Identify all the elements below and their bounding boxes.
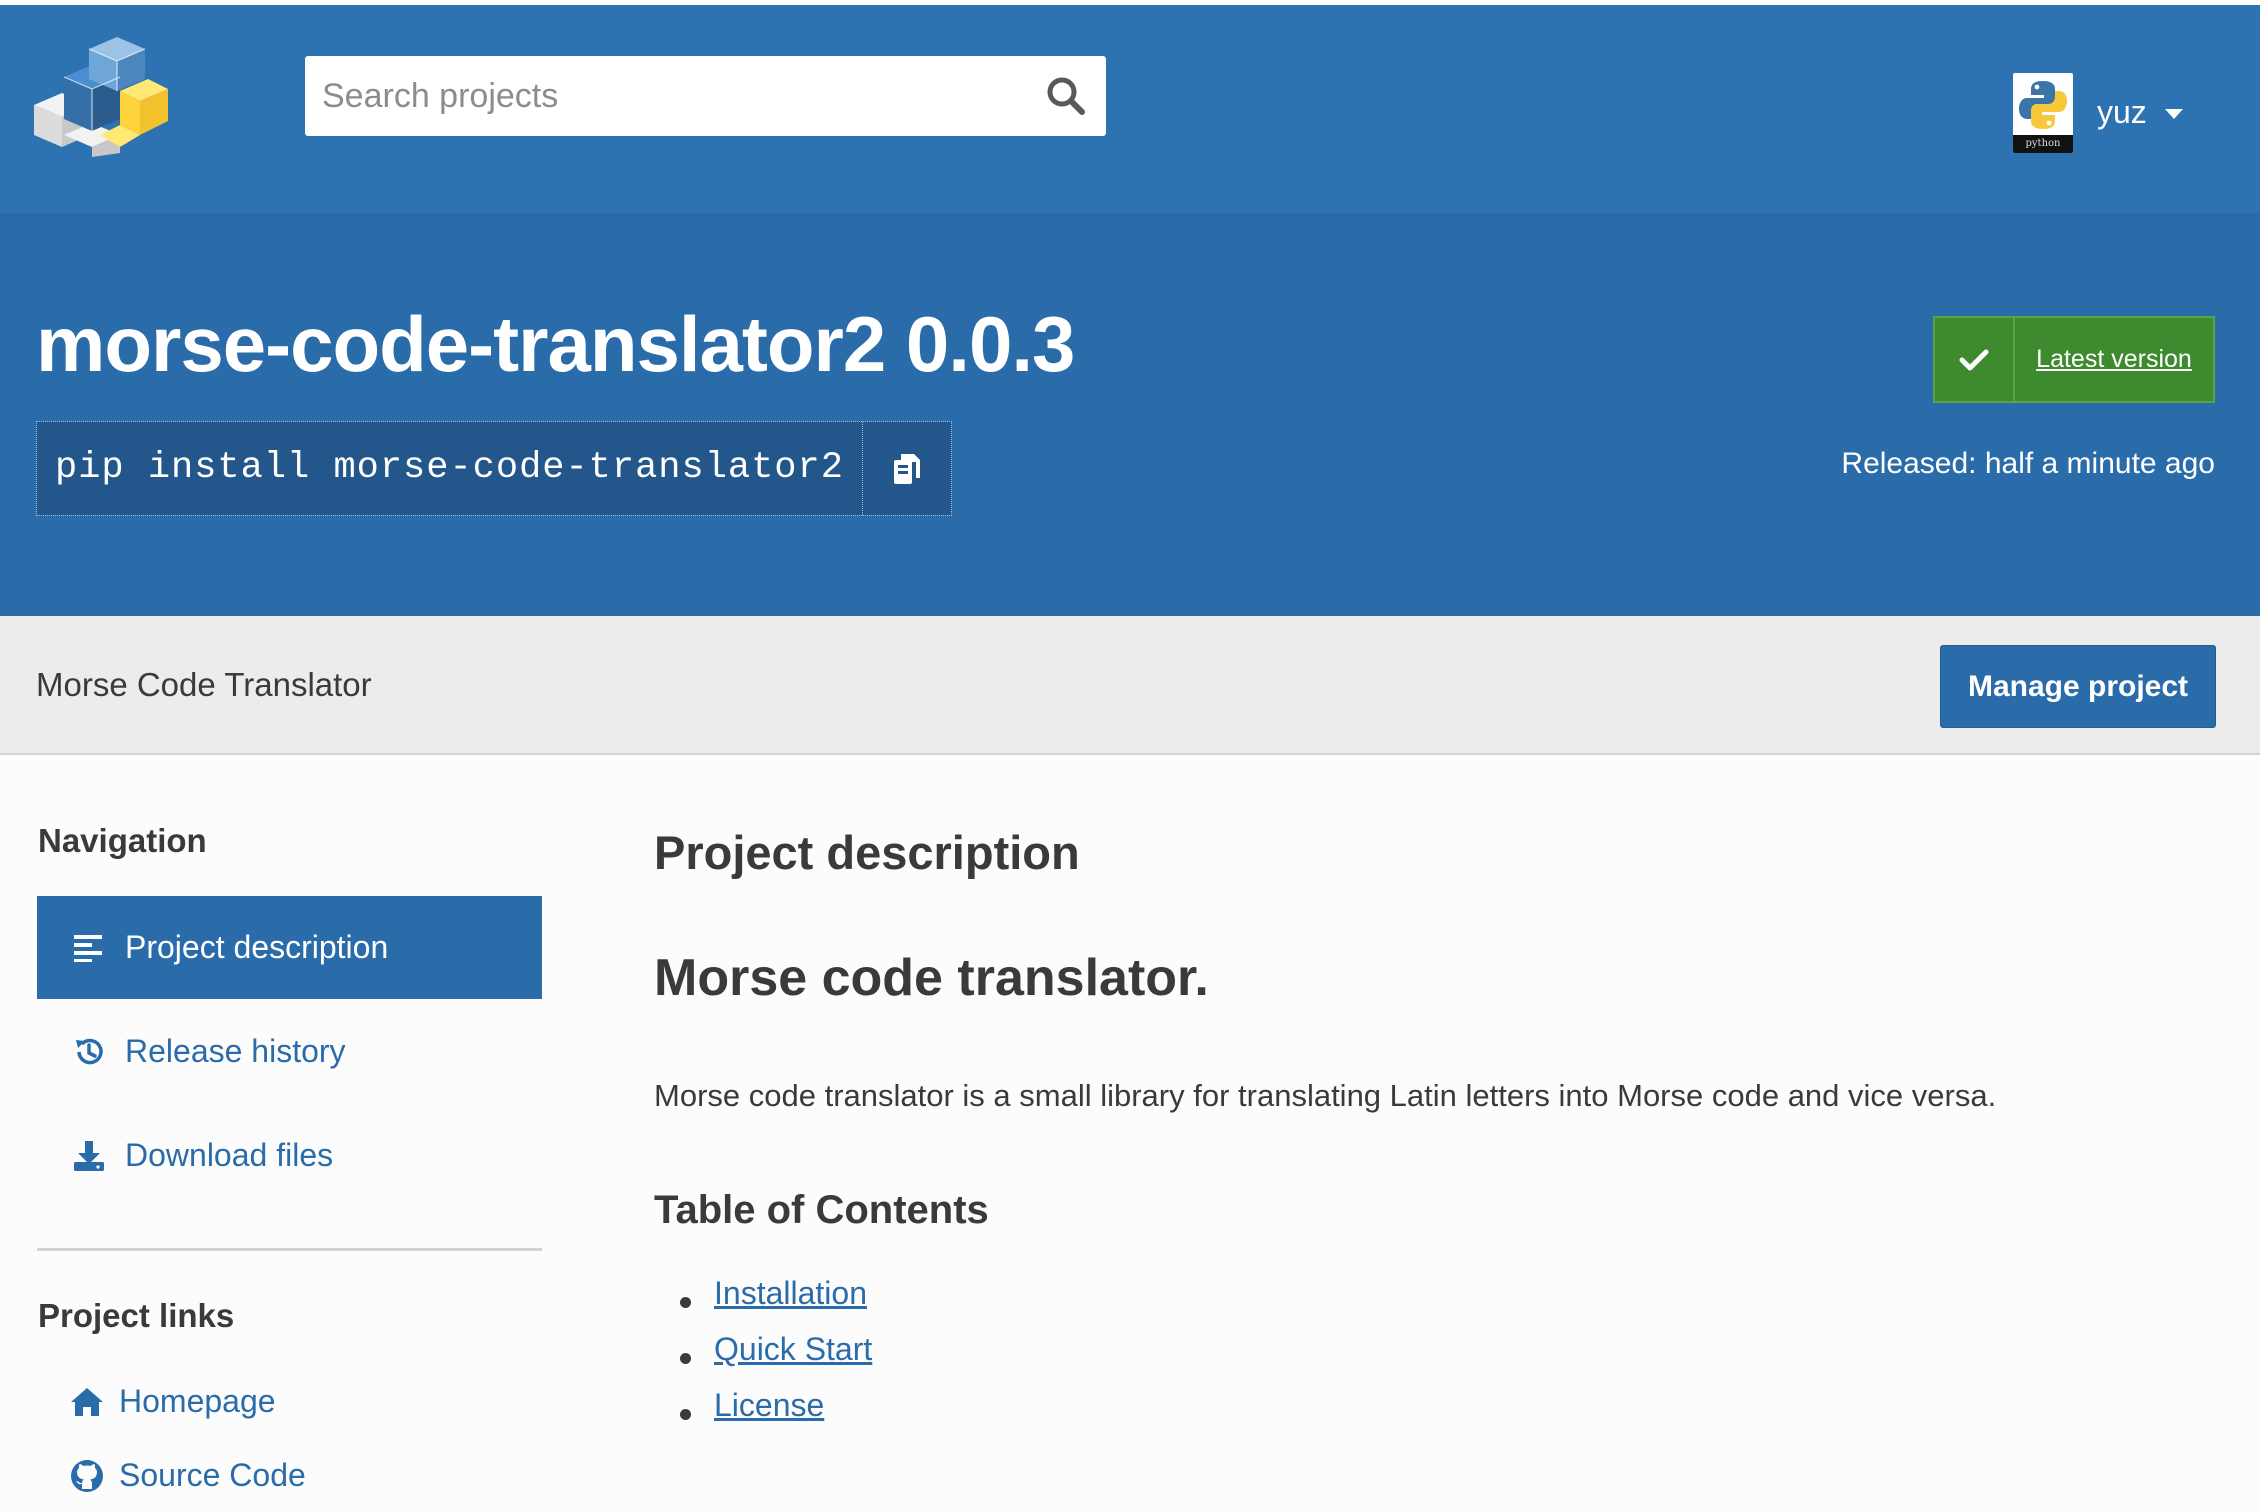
username[interactable]: yuz — [2097, 94, 2147, 131]
history-icon — [72, 1035, 106, 1069]
link-label: Source Code — [119, 1457, 306, 1493]
readme-paragraph: Morse code translator is a small library… — [654, 1078, 1997, 1113]
toc-link-installation[interactable]: Installation — [714, 1275, 867, 1311]
check-icon — [1935, 318, 2015, 401]
link-label: Homepage — [119, 1383, 276, 1419]
project-subheader: Morse Code Translator Manage project — [0, 616, 2260, 755]
copy-icon — [893, 453, 920, 484]
search-box — [305, 56, 1106, 136]
nav-label: Project description — [125, 929, 389, 965]
toc-link-license[interactable]: License — [714, 1387, 824, 1423]
home-icon — [69, 1384, 105, 1420]
list-item: Quick Start — [654, 1331, 872, 1387]
link-source-code[interactable]: Source Code — [69, 1457, 306, 1494]
navigation-heading: Navigation — [38, 822, 207, 859]
toc-link-quick-start[interactable]: Quick Start — [714, 1331, 872, 1367]
latest-version-badge[interactable]: Latest version — [1933, 316, 2215, 403]
pip-command-box: pip install morse-code-translator2 — [36, 421, 952, 516]
align-left-icon — [72, 931, 106, 965]
nav-label: Download files — [125, 1137, 334, 1173]
latest-version-link[interactable]: Latest version — [2015, 318, 2213, 401]
nav-download-files[interactable]: Download files — [37, 1104, 542, 1207]
link-homepage[interactable]: Homepage — [69, 1383, 276, 1420]
search-input[interactable] — [305, 56, 1025, 136]
nav-release-history[interactable]: Release history — [37, 1000, 542, 1103]
package-title: morse-code-translator2 0.0.3 — [36, 300, 1075, 388]
site-header: python yuz — [0, 5, 2260, 214]
list-item: License — [654, 1387, 872, 1443]
github-icon — [69, 1458, 105, 1494]
table-of-contents: Installation Quick Start License — [654, 1275, 872, 1443]
nav-project-description[interactable]: Project description — [37, 896, 542, 999]
readme-heading: Morse code translator. — [654, 949, 1209, 1007]
release-date: Released: half a minute ago — [1841, 447, 2215, 480]
pypi-logo[interactable] — [34, 35, 170, 157]
sidebar-divider — [37, 1248, 542, 1251]
user-menu[interactable]: python yuz — [2013, 70, 2183, 155]
copy-button[interactable] — [861, 422, 951, 515]
project-links-heading: Project links — [38, 1297, 235, 1334]
nav-label: Release history — [125, 1033, 346, 1069]
download-icon — [72, 1139, 106, 1173]
avatar[interactable]: python — [2013, 72, 2073, 153]
project-summary: Morse Code Translator — [36, 666, 372, 703]
package-banner: morse-code-translator2 0.0.3 pip install… — [0, 214, 2260, 617]
pip-command[interactable]: pip install morse-code-translator2 — [37, 422, 862, 515]
caret-down-icon[interactable] — [2164, 108, 2183, 119]
avatar-caption: python — [2013, 134, 2073, 153]
toc-heading: Table of Contents — [654, 1188, 989, 1232]
search-icon[interactable] — [1044, 74, 1088, 118]
manage-project-button[interactable]: Manage project — [1940, 645, 2216, 728]
section-title: Project description — [654, 826, 1080, 879]
list-item: Installation — [654, 1275, 872, 1331]
